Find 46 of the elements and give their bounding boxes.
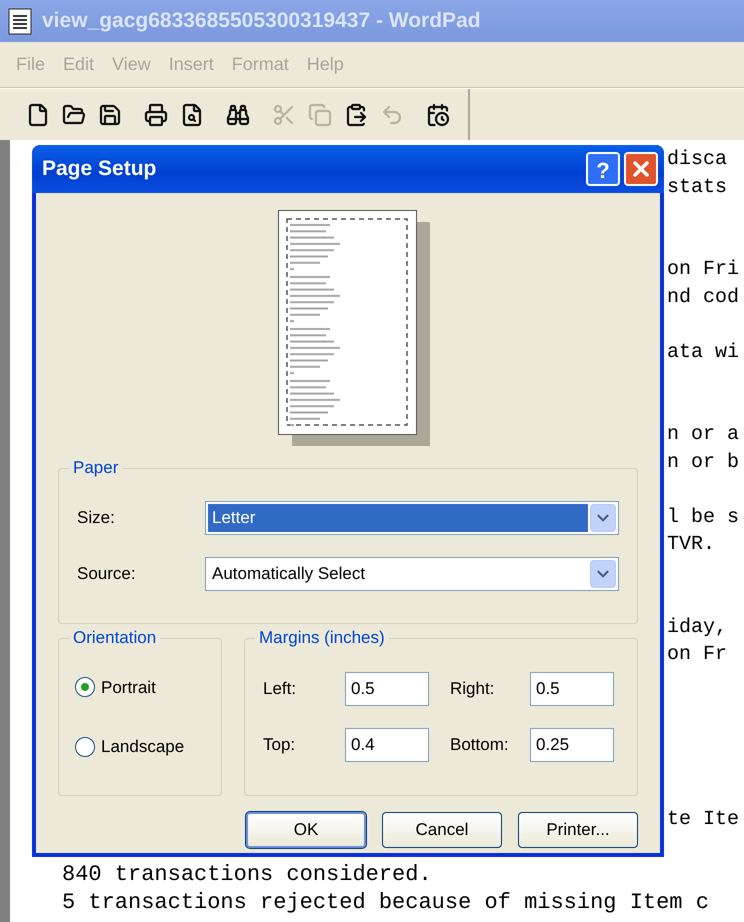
margin-field[interactable]: 0.25 — [530, 728, 614, 762]
document-line: stats — [667, 176, 728, 198]
margin-label: Top: — [263, 734, 296, 756]
close-button[interactable] — [624, 152, 658, 186]
source-dropdown[interactable]: Automatically Select — [205, 557, 619, 591]
document-line: 5 transactions rejected because of missing Item c — [62, 890, 709, 914]
margin-label: Left: — [263, 678, 298, 700]
new-file-icon[interactable] — [26, 102, 50, 126]
radio-label: Portrait — [101, 676, 156, 698]
document-line: 840 transactions considered. — [62, 862, 432, 887]
dialog-button[interactable]: OK — [246, 812, 366, 848]
window-title: view_gacg6833685505300319437 - WordPad — [42, 8, 481, 34]
document-line: iday, — [667, 616, 728, 638]
document-line: on Fr — [667, 643, 728, 666]
orientation-radio[interactable]: Portrait — [75, 674, 221, 700]
document-line: disca — [667, 148, 728, 171]
margin-label: Right: — [450, 678, 496, 700]
print-preview-icon[interactable] — [180, 102, 204, 126]
document-line: ata wi — [667, 340, 740, 364]
document-line: TVR. — [667, 533, 716, 556]
size-dropdown[interactable]: Letter — [205, 501, 619, 535]
dialog-button[interactable]: Printer... — [518, 812, 638, 848]
source-label: Source: — [77, 563, 137, 586]
document-line: on Fri — [667, 258, 740, 281]
margin-field[interactable]: 0.5 — [530, 672, 614, 706]
size-label: Size: — [77, 507, 116, 530]
document-line: n or a — [667, 423, 740, 446]
document-line: nd cod — [667, 286, 740, 308]
orientation-radio[interactable]: Landscape — [75, 734, 221, 760]
binoculars-icon[interactable] — [226, 102, 250, 126]
printer-icon[interactable] — [144, 102, 168, 126]
help-button[interactable]: ? — [586, 152, 620, 186]
open-folder-icon[interactable] — [62, 102, 86, 126]
notepad-icon — [8, 7, 32, 35]
save-icon[interactable] — [98, 102, 122, 126]
dialog-button[interactable]: Cancel — [382, 812, 502, 848]
document-line: n or b — [667, 450, 740, 474]
margin-field[interactable]: 0.4 — [345, 728, 429, 762]
radio-label: Landscape — [101, 736, 184, 758]
document-line: te Ite — [667, 808, 740, 831]
clipboard-icon[interactable] — [344, 102, 368, 126]
dialog-title: Page Setup — [42, 156, 158, 182]
document-line: l be s — [667, 506, 740, 528]
calendar-clock-icon[interactable] — [426, 102, 450, 126]
margin-field[interactable]: 0.5 — [345, 672, 429, 706]
margin-label: Bottom: — [450, 734, 510, 756]
